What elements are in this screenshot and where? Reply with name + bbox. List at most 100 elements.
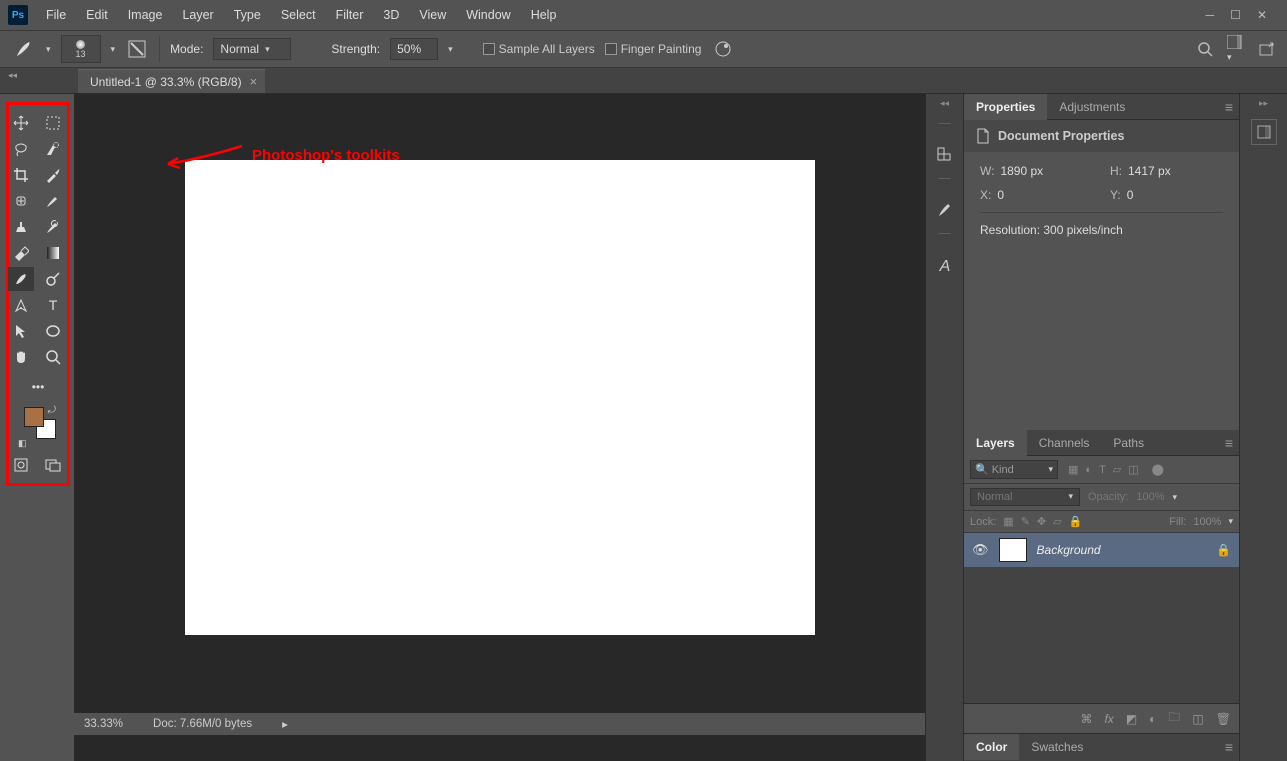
libraries-icon[interactable]: [1251, 119, 1277, 145]
color-panel-menu-icon[interactable]: ≡: [1225, 739, 1233, 755]
screen-mode-tool[interactable]: [40, 453, 66, 477]
strength-dropdown[interactable]: ▾: [448, 44, 453, 55]
type-tool[interactable]: T: [40, 293, 66, 317]
zoom-level[interactable]: 33.33%: [84, 718, 123, 730]
layer-mask-icon[interactable]: ◩: [1126, 712, 1137, 726]
close-icon[interactable]: ✕: [1257, 8, 1267, 22]
menu-file[interactable]: File: [36, 0, 76, 30]
filter-smart-icon[interactable]: ◫: [1128, 463, 1138, 476]
swap-colors-icon[interactable]: ⤾: [48, 405, 56, 416]
crop-tool[interactable]: [8, 163, 34, 187]
dodge-tool[interactable]: [40, 267, 66, 291]
tool-indicator-icon[interactable]: [12, 37, 36, 61]
strength-input[interactable]: 50%: [390, 38, 438, 60]
eraser-tool[interactable]: [8, 241, 34, 265]
filter-pixel-icon[interactable]: ▦: [1068, 463, 1078, 476]
filter-type-icon[interactable]: T: [1099, 464, 1106, 476]
layer-filter-kind-select[interactable]: 🔍Kind ▾: [970, 460, 1058, 479]
character-panel-icon[interactable]: A: [931, 252, 959, 278]
default-colors-icon[interactable]: ◧: [18, 438, 28, 449]
menu-help[interactable]: Help: [521, 0, 567, 30]
layer-fx-icon[interactable]: fx: [1104, 712, 1113, 726]
tab-channels[interactable]: Channels: [1027, 430, 1102, 456]
properties-panel-menu-icon[interactable]: ≡: [1225, 99, 1233, 115]
menu-edit[interactable]: Edit: [76, 0, 118, 30]
tool-preset-dropdown[interactable]: ▾: [46, 44, 51, 55]
search-icon[interactable]: [1197, 41, 1213, 57]
path-select-tool[interactable]: [8, 319, 34, 343]
maximize-icon[interactable]: ☐: [1230, 8, 1241, 22]
sample-all-layers-checkbox[interactable]: Sample All Layers: [483, 42, 595, 56]
doc-info-arrow-icon[interactable]: ▸: [282, 717, 288, 731]
spot-heal-tool[interactable]: [8, 189, 34, 213]
opacity-value[interactable]: 100%: [1136, 491, 1164, 503]
history-brush-tool[interactable]: [40, 215, 66, 239]
lock-artboard-icon[interactable]: ▱: [1053, 515, 1061, 528]
edit-toolbar-icon[interactable]: •••: [25, 375, 51, 399]
pen-tool[interactable]: [8, 293, 34, 317]
shape-tool[interactable]: [40, 319, 66, 343]
lasso-tool[interactable]: [8, 137, 34, 161]
history-panel-icon[interactable]: [931, 142, 959, 168]
layer-visibility-icon[interactable]: 👁: [972, 542, 989, 558]
smudge-tool[interactable]: [8, 267, 34, 291]
tab-color[interactable]: Color: [964, 734, 1019, 760]
tab-properties[interactable]: Properties: [964, 94, 1047, 120]
filter-adjust-icon[interactable]: ◐: [1085, 464, 1092, 476]
tab-swatches[interactable]: Swatches: [1019, 734, 1095, 760]
expand-tools-icon[interactable]: ◂◂: [8, 70, 17, 81]
marquee-tool[interactable]: [40, 111, 66, 135]
doc-info[interactable]: Doc: 7.66M/0 bytes: [153, 718, 252, 730]
brush-preset-picker[interactable]: 13: [61, 35, 101, 63]
menu-window[interactable]: Window: [456, 0, 520, 30]
blend-mode-select[interactable]: Normal▾: [213, 38, 291, 60]
lock-all-icon[interactable]: 🔒: [1069, 515, 1083, 528]
document-tab-close-icon[interactable]: ×: [250, 74, 258, 89]
minimize-icon[interactable]: ─: [1206, 8, 1215, 22]
layer-lock-icon[interactable]: 🔒: [1216, 543, 1231, 557]
color-swatches[interactable]: ⤾ ◧: [8, 405, 68, 451]
strip-grip[interactable]: ┈┈: [938, 119, 950, 130]
clone-stamp-tool[interactable]: [8, 215, 34, 239]
canvas[interactable]: [185, 160, 815, 635]
tab-paths[interactable]: Paths: [1101, 430, 1156, 456]
tab-layers[interactable]: Layers: [964, 430, 1027, 456]
delete-layer-icon[interactable]: 🗑: [1216, 712, 1231, 726]
foreground-color-swatch[interactable]: [24, 407, 44, 427]
layer-name[interactable]: Background: [1037, 543, 1101, 557]
tab-adjustments[interactable]: Adjustments: [1047, 94, 1137, 120]
filter-toggle-icon[interactable]: ⬤: [1152, 463, 1164, 476]
new-layer-icon[interactable]: ◫: [1192, 712, 1203, 726]
menu-layer[interactable]: Layer: [172, 0, 223, 30]
eyedropper-tool[interactable]: [40, 163, 66, 187]
menu-type[interactable]: Type: [224, 0, 271, 30]
quick-select-tool[interactable]: [40, 137, 66, 161]
menu-filter[interactable]: Filter: [326, 0, 374, 30]
expand-strip-icon[interactable]: ◂◂: [940, 98, 949, 109]
new-group-icon[interactable]: 🗀: [1168, 708, 1180, 729]
layer-blend-mode-select[interactable]: Normal▾: [970, 488, 1080, 506]
menu-view[interactable]: View: [409, 0, 456, 30]
strip-grip-3[interactable]: ┈┈: [938, 229, 950, 240]
lock-position-icon[interactable]: ✥: [1037, 515, 1046, 528]
workspace-switcher-icon[interactable]: ▾: [1227, 35, 1245, 63]
share-icon[interactable]: [1259, 42, 1275, 56]
brush-tool[interactable]: [40, 189, 66, 213]
layers-panel-menu-icon[interactable]: ≡: [1225, 435, 1233, 451]
document-tab[interactable]: Untitled-1 @ 33.3% (RGB/8) ×: [78, 69, 265, 93]
fill-value[interactable]: 100%: [1193, 516, 1221, 528]
lock-pixels-icon[interactable]: ▦: [1003, 515, 1013, 528]
brush-preset-dropdown[interactable]: ▾: [111, 44, 116, 55]
lock-brush-icon[interactable]: ✎: [1021, 515, 1030, 528]
brushes-panel-icon[interactable]: [931, 197, 959, 223]
move-tool[interactable]: [8, 111, 34, 135]
quick-mask-tool[interactable]: [8, 453, 34, 477]
zoom-tool[interactable]: [40, 345, 66, 369]
canvas-area[interactable]: Photoshop's toolkits: [74, 94, 925, 761]
strip-grip-2[interactable]: ┈┈: [938, 174, 950, 185]
pressure-toggle-icon[interactable]: [711, 37, 735, 61]
menu-select[interactable]: Select: [271, 0, 326, 30]
expand-far-strip-icon[interactable]: ▸▸: [1259, 98, 1268, 109]
menu-image[interactable]: Image: [118, 0, 173, 30]
gradient-tool[interactable]: [40, 241, 66, 265]
